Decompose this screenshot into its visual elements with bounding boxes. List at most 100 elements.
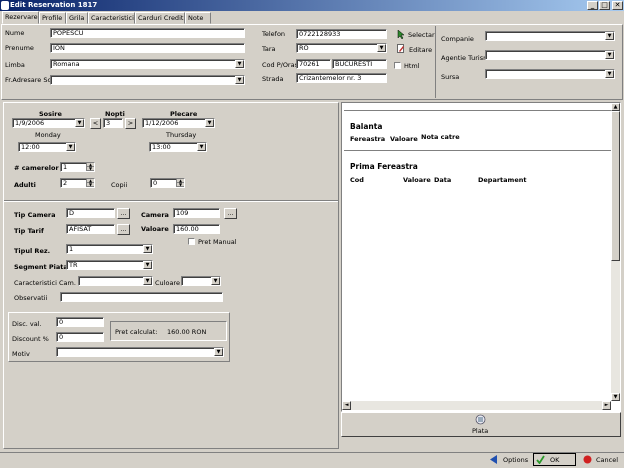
agentie-select[interactable]: ▼ [485,50,615,60]
caracteristici-select[interactable]: ▼ [78,276,153,286]
cancel-button[interactable]: Cancel [596,456,618,464]
chevron-down-icon[interactable]: ▼ [143,245,152,253]
copii-spinner[interactable]: 0 ▲ ▼ [150,178,185,188]
tab-carduri-credit[interactable]: Carduri Credit [135,12,185,24]
chevron-down-icon[interactable]: ▼ [605,51,614,59]
sursa-label: Sursa [441,73,460,81]
tab-note[interactable]: Note [185,12,211,24]
adulti-spinner[interactable]: 2 ▲ ▼ [60,178,95,188]
spinner-arrows-icon[interactable]: ▲ ▼ [86,163,94,171]
sosire-time-select[interactable]: 12:00 ▼ [18,142,76,152]
sosire-date-select[interactable]: 1/9/2006 ▼ [12,118,85,128]
col-nota-catre: Nota catre [421,133,460,141]
valoare-input[interactable]: 160.00 [173,224,220,234]
html-checkbox[interactable] [394,62,401,69]
cod-postal-input[interactable]: 70261 [296,59,331,69]
plecare-date-select[interactable]: 1/12/2006 ▼ [142,118,215,128]
scroll-thumb[interactable] [611,111,620,261]
close-button[interactable]: ✕ [612,1,623,10]
codoras-label: Cod P/Oras [262,61,298,69]
plecare-day: Thursday [166,131,197,139]
scroll-right-icon[interactable]: ► [602,401,611,410]
strada-label: Strada [262,75,284,83]
chevron-down-icon[interactable]: ▼ [211,277,220,285]
tipul-rez-select[interactable]: 1 ▼ [66,244,153,254]
segment-label: Segment Piata [14,263,68,271]
selectare-button[interactable]: Selectare [408,31,435,39]
plata-label: Plata [472,427,489,435]
nopti-label: Nopti [105,110,125,118]
telefon-input[interactable]: 0722128933 [296,29,387,39]
scroll-left-icon[interactable]: ◄ [342,401,351,410]
spinner-arrows-icon[interactable]: ▲ ▼ [86,179,94,187]
strada-input[interactable]: Crizantemelor nr. 3 [296,73,387,83]
limba-select[interactable]: Romana ▼ [50,59,245,69]
chevron-down-icon[interactable]: ▼ [235,60,244,68]
section-divider [4,200,338,202]
culoare-label: Culoare [155,279,180,287]
cancel-icon [583,455,592,464]
plecare-label: Plecare [170,110,198,118]
camere-value: 1 [63,163,68,171]
chevron-down-icon[interactable]: ▼ [235,76,244,84]
chevron-down-icon[interactable]: ▼ [605,70,614,78]
companie-select[interactable]: ▼ [485,31,615,41]
col2-valoare: Valoare [403,176,431,184]
oras-input[interactable]: BUCURESTI [332,59,387,69]
chevron-down-icon[interactable]: ▼ [214,348,223,356]
html-label: Html [404,62,420,70]
cursor-arrow-icon [397,29,405,40]
tab-profile[interactable]: Profile [39,12,66,24]
camere-label: # camerelor [14,164,59,172]
camere-spinner[interactable]: 1 ▲ ▼ [60,162,95,172]
editare-button[interactable]: Editare [409,46,432,54]
chevron-down-icon[interactable]: ▼ [197,143,206,151]
check-icon [536,455,545,465]
disc-pct-input[interactable]: 0 [56,332,104,342]
nopti-next-button[interactable]: > [125,118,136,129]
segment-select[interactable]: TR ▼ [66,260,153,270]
plecare-time-select[interactable]: 13:00 ▼ [149,142,207,152]
sursa-select[interactable]: ▼ [485,69,615,79]
nopti-input[interactable]: 3 [103,118,123,128]
culoare-select[interactable]: ▼ [181,276,221,286]
scroll-up-icon[interactable]: ▲ [611,103,620,111]
pret-manual-checkbox[interactable] [188,238,195,245]
adulti-label: Adulti [14,181,36,189]
tip-camera-input[interactable]: D [66,208,115,218]
chevron-down-icon[interactable]: ▼ [143,277,152,285]
segment-value: TR [69,261,78,269]
tara-label: Tara [262,45,276,53]
minimize-button[interactable]: _ [587,1,598,10]
tip-camera-browse-button[interactable]: ... [117,208,130,219]
tip-tarif-browse-button[interactable]: ... [117,224,130,235]
observatii-input[interactable] [60,292,223,302]
nopti-prev-button[interactable]: < [90,118,101,129]
disc-val-input[interactable]: 0 [56,317,104,327]
chevron-down-icon[interactable]: ▼ [143,261,152,269]
tab-grila[interactable]: Grila [66,12,88,24]
camera-browse-button[interactable]: ... [224,208,237,219]
maximize-button[interactable]: □ [599,1,610,10]
tip-tarif-input[interactable]: AFISAT [66,224,115,234]
nume-input[interactable]: POPESCU [50,28,245,38]
scroll-down-icon[interactable]: ▼ [611,393,620,401]
chevron-down-icon[interactable]: ▼ [66,143,75,151]
sosire-date: 1/9/2006 [15,119,45,127]
chevron-down-icon[interactable]: ▼ [605,32,614,40]
chevron-down-icon[interactable]: ▼ [205,119,214,127]
options-button[interactable]: Options [503,456,528,464]
horizontal-scrollbar[interactable] [342,401,611,410]
tab-rezervare[interactable]: Rezervare [2,11,39,24]
prenume-input[interactable]: ION [50,43,245,53]
tab-caracteristici[interactable]: Caracteristici [88,12,135,24]
chevron-down-icon[interactable]: ▼ [75,119,84,127]
fradresare-select[interactable]: ▼ [50,75,245,85]
title-bar: Edit Reservation 1817 [0,0,624,11]
tara-select[interactable]: RO ▼ [296,43,387,53]
motiv-select[interactable]: ▼ [56,347,224,357]
chevron-down-icon[interactable]: ▼ [377,44,386,52]
spinner-arrows-icon[interactable]: ▲ ▼ [176,179,184,187]
camera-input[interactable]: 109 [173,208,220,218]
balance-panel [341,102,621,412]
